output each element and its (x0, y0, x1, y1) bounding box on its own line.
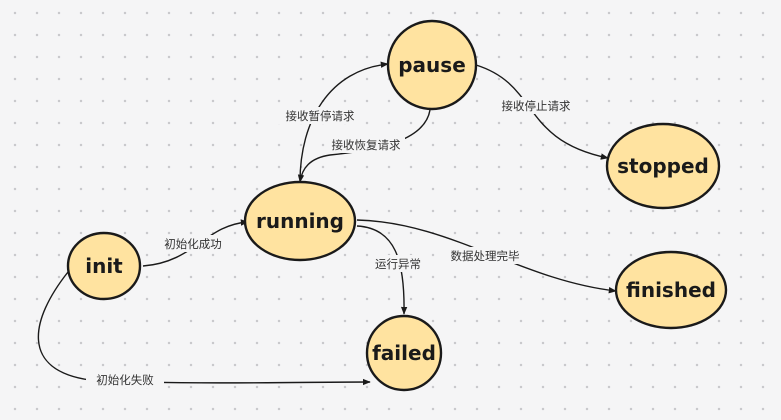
svg-text:pause: pause (398, 53, 466, 77)
svg-text:接收停止请求: 接收停止请求 (502, 99, 571, 113)
svg-text:failed: failed (372, 341, 436, 365)
svg-text:初始化成功: 初始化成功 (164, 237, 222, 251)
svg-text:接收暂停请求: 接收暂停请求 (286, 109, 355, 123)
node-running[interactable]: running (243, 180, 357, 262)
node-stopped[interactable]: stopped (605, 122, 721, 210)
edge-label-receive-stop: 接收停止请求 (496, 97, 576, 114)
svg-text:stopped: stopped (617, 154, 709, 178)
svg-text:数据处理完毕: 数据处理完毕 (451, 249, 520, 263)
node-init[interactable]: init (66, 231, 142, 301)
svg-text:init: init (85, 254, 123, 278)
svg-text:finished: finished (626, 278, 716, 302)
svg-text:running: running (256, 209, 344, 233)
edge-label-receive-pause: 接收暂停请求 (276, 107, 364, 124)
svg-text:接收恢复请求: 接收恢复请求 (332, 138, 401, 152)
edge-label-data-done: 数据处理完毕 (446, 247, 524, 264)
edge-label-run-error: 运行异常 (372, 255, 424, 272)
node-finished[interactable]: finished (614, 250, 728, 330)
edge-label-init-success: 初始化成功 (161, 235, 225, 252)
node-failed[interactable]: failed (365, 314, 443, 392)
svg-text:初始化失败: 初始化失败 (96, 373, 154, 387)
state-diagram: 接收暂停请求 接收恢复请求 接收停止请求 初始化成功 运行异常 数据处理完毕 初… (37, 19, 728, 392)
node-pause[interactable]: pause (386, 19, 478, 111)
svg-text:运行异常: 运行异常 (375, 257, 421, 271)
edge-label-receive-resume: 接收恢复请求 (327, 136, 405, 153)
edge-label-init-fail: 初始化失败 (86, 371, 164, 388)
